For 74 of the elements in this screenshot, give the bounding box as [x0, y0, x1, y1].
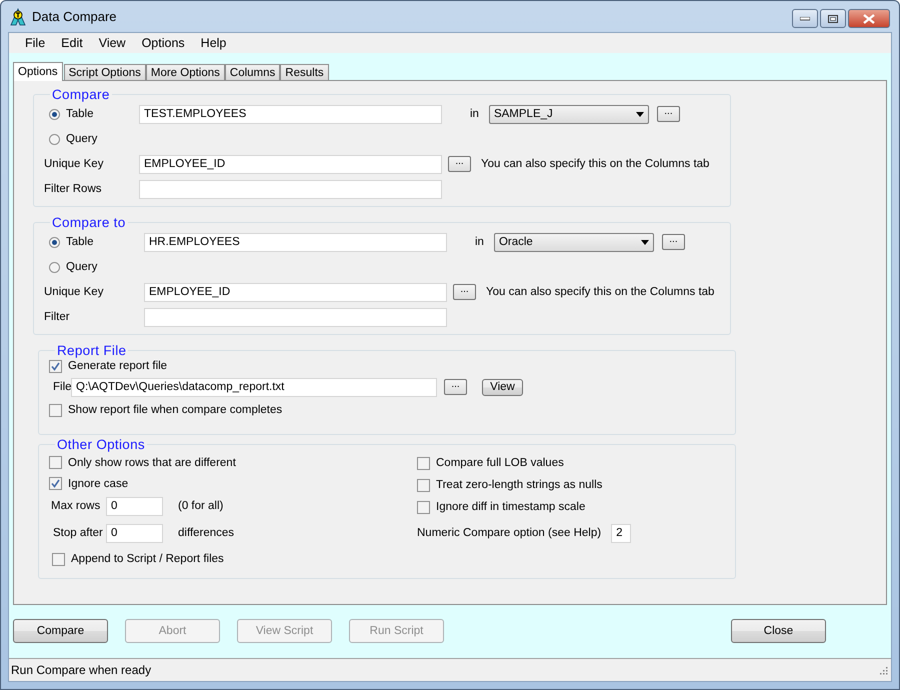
file-path-field[interactable]: Q:\AQTDev\Queries\datacomp_report.txt: [71, 378, 437, 396]
close-button[interactable]: [848, 9, 890, 28]
maximize-icon: [828, 14, 838, 22]
radio-button[interactable]: Query: [49, 261, 98, 273]
checkbox[interactable]: Ignore diff in timestamp scale: [417, 500, 586, 514]
unique-key-label: Unique Key: [44, 286, 104, 298]
browse-button[interactable]: ...: [656, 106, 680, 122]
menu-item[interactable]: View: [90, 36, 134, 50]
in-label: in: [475, 236, 484, 248]
hint-text: You can also specify this on the Columns tab: [486, 286, 714, 298]
unique-key-field[interactable]: EMPLOYEE_ID: [139, 154, 442, 174]
unique-key-label: Unique Key: [44, 158, 104, 170]
stop-after-field[interactable]: 0: [106, 524, 163, 542]
dropdown-arrow-icon: [640, 240, 649, 244]
view-button[interactable]: View: [482, 378, 523, 396]
checkmark-icon: [51, 479, 60, 488]
file-label: File: [53, 381, 71, 393]
filter-label: Filter Rows: [44, 183, 103, 195]
max-rows-label: Max rows: [51, 500, 102, 512]
tab[interactable]: Script Options: [64, 64, 146, 81]
close-icon: [863, 14, 875, 24]
browse-button[interactable]: ...: [453, 284, 476, 300]
action-button[interactable]: Compare: [13, 618, 108, 642]
tab[interactable]: Columns: [224, 64, 280, 81]
filter-label: Filter: [44, 311, 71, 323]
resize-grip-icon: [878, 665, 888, 675]
tab[interactable]: Results: [280, 64, 329, 81]
close-dialog-button[interactable]: Close: [731, 618, 826, 642]
in-label: in: [470, 108, 479, 120]
checkbox[interactable]: Treat zero-length strings as nulls: [417, 478, 602, 492]
status-text: Run Compare when ready: [11, 663, 152, 677]
filter-field[interactable]: [139, 180, 442, 198]
menu-item[interactable]: Edit: [53, 36, 91, 50]
app-logo-icon: [10, 8, 26, 26]
checkbox[interactable]: Show report file when compare completes: [49, 404, 282, 416]
max-rows-note: (0 for all): [178, 500, 224, 512]
database-dropdown[interactable]: Oracle: [494, 232, 654, 252]
checkbox[interactable]: Generate report file: [49, 360, 168, 372]
checkbox[interactable]: Compare full LOB values: [417, 456, 564, 470]
table-name-field[interactable]: TEST.EMPLOYEES: [139, 104, 442, 124]
browse-button[interactable]: ...: [662, 234, 685, 250]
stop-after-note: differences: [178, 527, 234, 539]
filter-field[interactable]: [144, 308, 447, 326]
unique-key-field[interactable]: EMPLOYEE_ID: [144, 282, 447, 302]
group-title: Other Options: [56, 437, 146, 452]
radio-button[interactable]: Query: [49, 133, 98, 145]
minimize-button[interactable]: [792, 9, 818, 28]
checkbox[interactable]: Only show rows that are different: [49, 456, 236, 469]
window-title: Data Compare: [32, 9, 117, 24]
tab[interactable]: More Options: [146, 64, 225, 81]
browse-button[interactable]: ...: [448, 156, 471, 172]
database-dropdown[interactable]: SAMPLE_J: [488, 104, 649, 124]
group-title: Report File: [56, 343, 128, 358]
menu-item[interactable]: Help: [192, 36, 234, 50]
maximize-button[interactable]: [820, 9, 846, 28]
table-name-field[interactable]: HR.EMPLOYEES: [144, 232, 447, 252]
numeric-compare-field[interactable]: 2: [611, 524, 632, 542]
group-title: Compare: [51, 87, 111, 102]
max-rows-field[interactable]: 0: [106, 496, 163, 516]
group-title: Compare to: [51, 215, 127, 230]
menu-item[interactable]: Options: [134, 36, 193, 50]
minimize-icon: [800, 16, 810, 20]
dropdown-arrow-icon: [636, 112, 644, 116]
numeric-compare-label: Numeric Compare option (see Help): [417, 527, 602, 539]
browse-button[interactable]: ...: [444, 379, 467, 395]
radio-button[interactable]: Table: [49, 236, 94, 248]
checkbox[interactable]: Ignore case: [49, 477, 128, 490]
radio-button[interactable]: Table: [49, 108, 94, 120]
hint-text: You can also specify this on the Columns tab: [481, 158, 710, 170]
stop-after-label: Stop after: [53, 527, 104, 539]
checkbox[interactable]: Append to Script / Report files: [52, 552, 224, 566]
menu-item[interactable]: File: [17, 36, 54, 50]
tab[interactable]: Options: [13, 62, 63, 81]
checkmark-icon: [51, 362, 60, 370]
